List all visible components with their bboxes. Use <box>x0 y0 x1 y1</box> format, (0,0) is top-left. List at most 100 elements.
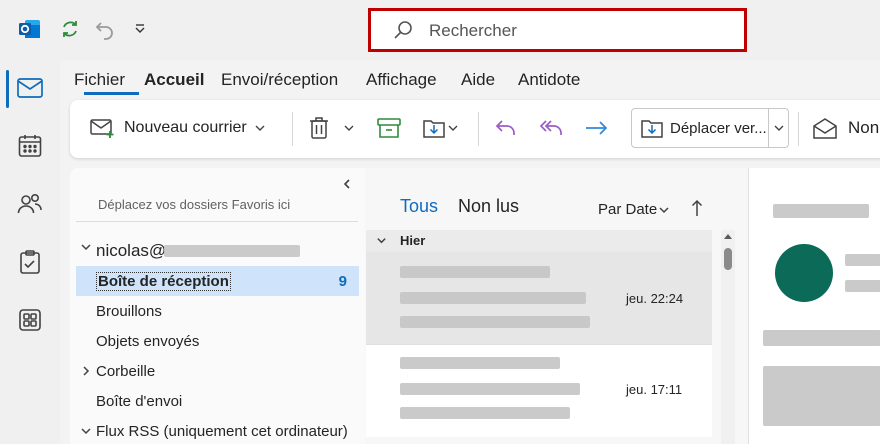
new-mail-icon <box>90 117 116 139</box>
search-box[interactable]: Rechercher <box>368 8 747 52</box>
chevron-down-icon[interactable] <box>80 425 92 437</box>
people-icon[interactable] <box>10 184 50 224</box>
reply-button[interactable] <box>494 110 518 146</box>
tab-aide[interactable]: Aide <box>461 70 495 90</box>
preview-redacted <box>400 316 590 328</box>
customize-toolbar-icon[interactable] <box>125 14 155 44</box>
scrollbar[interactable] <box>721 230 735 444</box>
move-quick-button[interactable] <box>422 110 458 146</box>
reading-pane <box>748 168 880 444</box>
tab-unread[interactable]: Non lus <box>458 196 519 217</box>
forward-button[interactable] <box>584 110 610 146</box>
collapse-pane-icon[interactable] <box>342 178 352 190</box>
move-to-label: Déplacer ver... <box>670 119 767 137</box>
preview-redacted <box>400 407 570 419</box>
move-chevron-icon[interactable] <box>448 123 458 133</box>
ribbon: Nouveau courrier Déplacer ver... Non <box>70 100 880 158</box>
envelope-open-icon <box>812 117 838 139</box>
favorites-divider <box>76 221 358 222</box>
sort-chevron-icon[interactable] <box>658 204 670 216</box>
forward-icon <box>584 117 610 139</box>
outlook-logo-icon <box>15 14 45 44</box>
sender-redacted <box>845 254 880 266</box>
subject-redacted <box>400 292 586 304</box>
scroll-up-icon[interactable] <box>723 232 733 240</box>
sort-direction-icon[interactable] <box>691 199 703 217</box>
reply-all-icon <box>538 117 566 139</box>
group-header[interactable]: Hier <box>366 230 712 252</box>
delete-chevron-icon[interactable] <box>344 123 354 133</box>
archive-button[interactable] <box>376 110 402 146</box>
message-row[interactable]: jeu. 22:24 <box>366 252 712 344</box>
account-name: nicolas@ <box>96 241 167 260</box>
tab-affichage[interactable]: Affichage <box>366 70 437 90</box>
unread-label: Non <box>848 118 880 137</box>
folder-label: Brouillons <box>96 302 162 320</box>
new-mail-button[interactable]: Nouveau courrier <box>90 110 265 146</box>
rail-active-indicator <box>6 70 9 108</box>
message-date: jeu. 17:11 <box>626 382 683 397</box>
ribbon-divider <box>292 112 293 146</box>
folder-rss[interactable]: Flux RSS (uniquement cet ordinateur) <box>76 416 359 444</box>
subject-redacted <box>400 383 580 395</box>
unread-count-badge: 9 <box>338 272 347 290</box>
active-tab-underline <box>84 92 139 95</box>
folder-inbox[interactable]: Boîte de réception 9 <box>76 266 359 296</box>
reply-all-button[interactable] <box>538 110 566 146</box>
chevron-down-icon <box>80 241 92 253</box>
reply-icon <box>494 117 518 139</box>
folder-label: Objets envoyés <box>96 332 200 350</box>
favorites-hint: Déplacez vos dossiers Favoris ici <box>98 197 291 212</box>
archive-icon <box>376 117 402 139</box>
app-rail <box>0 60 60 444</box>
tab-antidote[interactable]: Antidote <box>518 70 580 90</box>
mail-icon[interactable] <box>10 68 50 108</box>
folder-sent[interactable]: Objets envoyés <box>76 326 359 356</box>
scroll-thumb[interactable] <box>724 248 732 270</box>
sync-icon[interactable] <box>55 14 85 44</box>
folder-trash[interactable]: Corbeille <box>76 356 359 386</box>
tab-fichier[interactable]: Fichier <box>74 70 125 90</box>
undo-icon[interactable] <box>90 14 120 44</box>
sort-label[interactable]: Par Date <box>598 201 657 218</box>
apps-icon[interactable] <box>10 300 50 340</box>
folder-pane: Déplacez vos dossiers Favoris ici nicola… <box>70 168 365 444</box>
folder-label: Boîte d'envoi <box>96 392 183 410</box>
split-divider <box>768 109 769 147</box>
chevron-right-icon[interactable] <box>81 365 91 377</box>
account-domain-redacted <box>164 245 300 257</box>
move-to-icon <box>640 116 664 140</box>
sender-redacted <box>400 357 560 369</box>
new-mail-label: Nouveau courrier <box>124 119 247 136</box>
folder-drafts[interactable]: Brouillons <box>76 296 359 326</box>
title-bar: Rechercher <box>0 0 880 60</box>
delete-button[interactable] <box>308 110 354 146</box>
tasks-icon[interactable] <box>10 242 50 282</box>
account-header[interactable]: nicolas@ <box>76 236 359 266</box>
body-redacted <box>763 366 880 426</box>
tab-all[interactable]: Tous <box>400 196 438 217</box>
chevron-down-icon <box>376 235 387 246</box>
avatar <box>775 244 833 302</box>
group-label: Hier <box>400 233 426 248</box>
ribbon-divider <box>798 112 799 146</box>
tab-accueil[interactable]: Accueil <box>144 70 204 90</box>
trash-icon <box>308 116 330 140</box>
folder-move-icon <box>422 116 446 140</box>
move-to-chevron-icon[interactable] <box>774 123 784 133</box>
chevron-down-icon[interactable] <box>255 123 265 133</box>
folder-label: Corbeille <box>96 362 156 380</box>
folder-label: Boîte de réception <box>96 271 231 291</box>
tab-envoi-reception[interactable]: Envoi/réception <box>221 70 338 90</box>
ribbon-divider <box>478 112 479 146</box>
folder-outbox[interactable]: Boîte d'envoi <box>76 386 359 416</box>
menu-bar: Fichier Accueil Envoi/réception Affichag… <box>60 60 880 100</box>
search-icon <box>393 20 413 40</box>
calendar-icon[interactable] <box>10 126 50 166</box>
reading-title-redacted <box>773 204 869 218</box>
message-row[interactable]: jeu. 17:11 <box>366 345 712 437</box>
move-to-button[interactable]: Déplacer ver... <box>631 108 789 148</box>
message-date: jeu. 22:24 <box>626 291 684 306</box>
sender-redacted <box>400 266 550 278</box>
unread-button[interactable]: Non <box>812 110 879 146</box>
